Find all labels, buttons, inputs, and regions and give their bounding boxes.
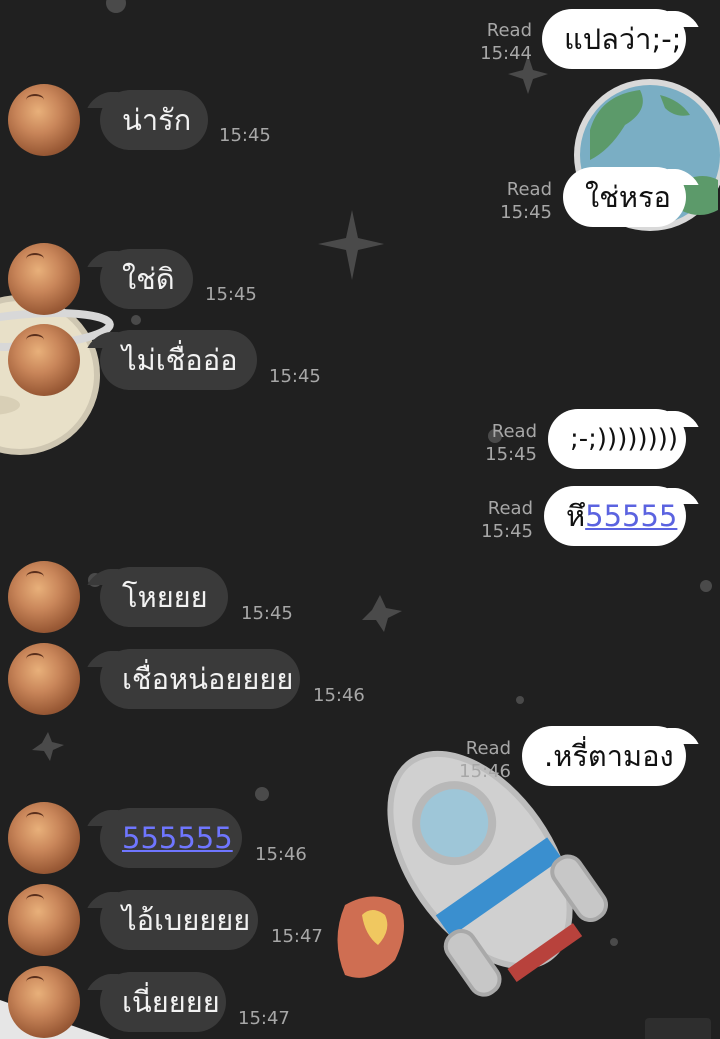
read-label: Read <box>465 738 511 759</box>
message-time: 15:46 <box>255 844 307 865</box>
message-time: 15:45 <box>241 603 293 624</box>
avatar[interactable] <box>8 561 80 633</box>
message-time: 15:45 <box>219 125 271 146</box>
message-bubble[interactable]: เนี่ยยยย <box>100 972 226 1032</box>
message-bubble[interactable]: ไม่เชื่ออ่อ <box>100 330 257 390</box>
message-bubble[interactable]: แปลว่า;-; <box>542 9 686 69</box>
message-time: 15:45 <box>481 521 533 542</box>
scroll-to-bottom-button[interactable] <box>645 1018 711 1039</box>
avatar[interactable] <box>8 643 80 715</box>
avatar[interactable] <box>8 802 80 874</box>
read-receipt: Read 15:46 <box>451 737 511 783</box>
message-time: 15:45 <box>485 444 537 465</box>
message-time: 15:47 <box>238 1008 290 1029</box>
read-label: Read <box>491 421 537 442</box>
message-bubble[interactable]: ใช่หรอ <box>563 167 686 227</box>
message-bubble[interactable]: น่ารัก <box>100 90 208 150</box>
message-text: หึ <box>566 499 586 533</box>
message-bubble[interactable]: เชื่อหน่อยยยย <box>100 649 300 709</box>
message-bubble[interactable]: โหยยย <box>100 567 228 627</box>
message-bubble[interactable]: ไอ้เบยยยย <box>100 890 258 950</box>
message-bubble[interactable]: 555555 <box>100 808 242 868</box>
read-label: Read <box>486 20 532 41</box>
avatar[interactable] <box>8 966 80 1038</box>
read-receipt: Read 15:44 <box>472 19 532 65</box>
message-time: 15:44 <box>480 43 532 64</box>
read-label: Read <box>506 179 552 200</box>
avatar[interactable] <box>8 884 80 956</box>
message-time: 15:45 <box>500 202 552 223</box>
read-receipt: Read 15:45 <box>492 178 552 224</box>
message-time: 15:46 <box>459 761 511 782</box>
avatar[interactable] <box>8 324 80 396</box>
message-link[interactable]: 555555 <box>122 821 233 855</box>
read-receipt: Read 15:45 <box>473 497 533 543</box>
read-receipt: Read 15:45 <box>477 420 537 466</box>
message-bubble[interactable]: .หรี่ตามอง <box>522 726 686 786</box>
avatar[interactable] <box>8 84 80 156</box>
message-time: 15:45 <box>205 284 257 305</box>
message-link[interactable]: 55555 <box>585 499 677 533</box>
read-label: Read <box>487 498 533 519</box>
message-time: 15:47 <box>271 926 323 947</box>
message-time: 15:45 <box>269 366 321 387</box>
avatar[interactable] <box>8 243 80 315</box>
message-bubble[interactable]: ใช่ดิ <box>100 249 193 309</box>
message-time: 15:46 <box>313 685 365 706</box>
message-bubble[interactable]: หึ55555 <box>544 486 686 546</box>
message-bubble[interactable]: ;-;)))))))) <box>548 409 686 469</box>
